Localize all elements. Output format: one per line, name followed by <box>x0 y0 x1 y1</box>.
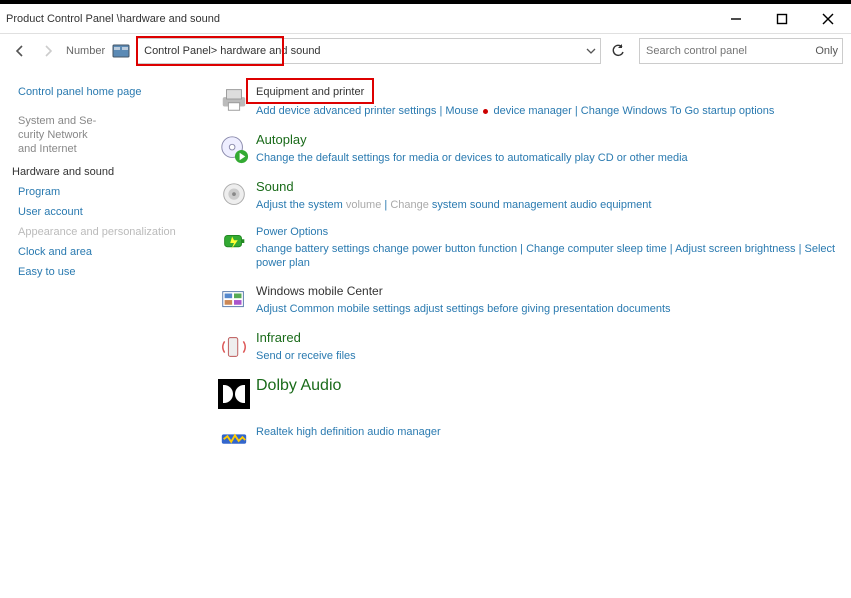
power-icon <box>214 226 254 270</box>
window-buttons <box>713 4 851 34</box>
sidebar-item-program[interactable]: Program <box>18 186 210 198</box>
power-heading[interactable]: Power Options <box>256 226 847 238</box>
navbar: Number Control Panel> hardware and sound… <box>0 34 851 68</box>
category-row-dolby: Dolby Audio <box>214 377 847 409</box>
dolby-heading[interactable]: Dolby Audio <box>256 377 847 395</box>
content: Equipment and printer Add device advance… <box>210 68 851 598</box>
search-box[interactable]: Only <box>639 38 843 64</box>
sound-heading[interactable]: Sound <box>256 179 847 194</box>
search-input[interactable] <box>640 45 815 57</box>
forward-button[interactable] <box>36 39 60 63</box>
sidebar-item-user-account[interactable]: User account <box>18 206 210 218</box>
infrared-sublinks[interactable]: Send or receive files <box>256 349 847 363</box>
category-row-sound: Sound Adjust the system volume | Change … <box>214 179 847 212</box>
sidebar-item-easy[interactable]: Easy to use <box>18 266 210 278</box>
highlight-box-heading <box>246 78 374 104</box>
category-row-devices: Equipment and printer Add device advance… <box>214 82 847 118</box>
address-dropdown-icon[interactable] <box>582 39 600 63</box>
infrared-heading[interactable]: Infrared <box>256 330 847 345</box>
autoplay-icon <box>214 132 254 165</box>
mobility-heading[interactable]: Windows mobile Center <box>256 284 847 298</box>
nav-label: Number <box>66 45 105 57</box>
maximize-button[interactable] <box>759 4 805 34</box>
infrared-icon <box>214 330 254 363</box>
sidebar-group-system[interactable]: System and Se- curity Network and Intern… <box>18 114 210 156</box>
category-row-realtek: Realtek high definition audio manager <box>214 423 847 455</box>
address-bar[interactable]: Control Panel> hardware and sound <box>137 38 601 64</box>
titlebar: Product Control Panel \hardware and soun… <box>0 4 851 34</box>
sidebar-item-clock[interactable]: Clock and area <box>18 246 210 258</box>
address-text[interactable]: Control Panel> hardware and sound <box>138 45 582 57</box>
search-suffix: Only <box>815 45 842 57</box>
category-row-infrared: Infrared Send or receive files <box>214 330 847 363</box>
autoplay-heading[interactable]: Autoplay <box>256 132 847 147</box>
minimize-button[interactable] <box>713 4 759 34</box>
dolby-icon <box>214 377 254 409</box>
devices-sublinks[interactable]: Add device advanced printer settings | M… <box>256 104 847 118</box>
sidebar-home-link[interactable]: Control panel home page <box>18 86 210 98</box>
refresh-button[interactable] <box>607 39 629 63</box>
mobility-icon <box>214 284 254 316</box>
category-row-autoplay: Autoplay Change the default settings for… <box>214 132 847 165</box>
sound-icon <box>214 179 254 212</box>
sidebar: Control panel home page System and Se- c… <box>0 68 210 598</box>
text: and Internet <box>18 143 77 155</box>
realtek-heading[interactable]: Realtek high definition audio manager <box>256 425 847 439</box>
realtek-icon <box>214 423 254 455</box>
mobility-sublinks[interactable]: Adjust Common mobile settings adjust set… <box>256 302 847 316</box>
window-title: Product Control Panel \hardware and soun… <box>0 13 713 25</box>
devices-heading[interactable]: Equipment and printer <box>256 86 364 98</box>
close-button[interactable] <box>805 4 851 34</box>
autoplay-sublinks[interactable]: Change the default settings for media or… <box>256 151 847 165</box>
bullet-icon <box>483 109 488 114</box>
text: System and Se- <box>18 115 96 127</box>
back-button[interactable] <box>8 39 32 63</box>
control-panel-icon <box>111 41 131 61</box>
sound-sublinks[interactable]: Adjust the system volume | Change system… <box>256 198 847 212</box>
sidebar-item-appearance[interactable]: Appearance and personalization <box>18 226 210 238</box>
category-row-mobility: Windows mobile Center Adjust Common mobi… <box>214 284 847 316</box>
category-row-power: Power Options change battery settings ch… <box>214 226 847 270</box>
body: Control panel home page System and Se- c… <box>0 68 851 598</box>
sidebar-current-category: Hardware and sound <box>12 166 210 178</box>
text: curity Network <box>18 129 88 141</box>
power-sublinks[interactable]: change battery settings change power but… <box>256 242 847 270</box>
